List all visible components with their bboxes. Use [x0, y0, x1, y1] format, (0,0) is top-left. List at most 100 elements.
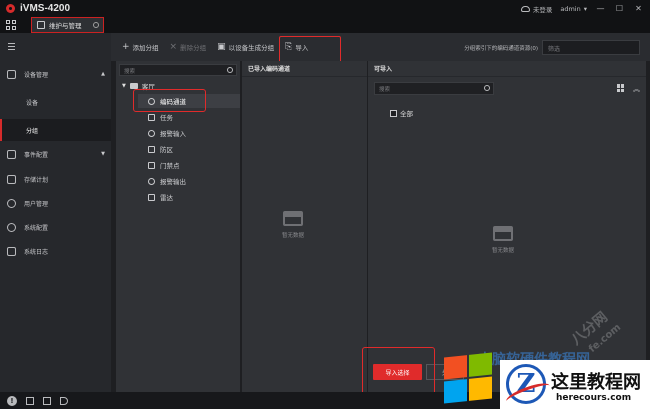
control-panel-grid-icon[interactable] — [6, 20, 16, 30]
close-icon: × — [169, 42, 178, 52]
plus-icon: + — [122, 42, 130, 52]
maximize-button[interactable]: ☐ — [614, 3, 625, 14]
sidebar-item-label: 系统日志 — [24, 248, 49, 256]
radar-icon — [148, 193, 155, 201]
trash-icon[interactable] — [26, 396, 34, 405]
importable-empty-state: 暂无数据 — [492, 226, 514, 254]
tree-item-alarm-output[interactable]: 报警输出 — [148, 174, 186, 188]
select-all-label: 全部 — [400, 110, 413, 118]
sidebar-item-group[interactable]: 分组 — [0, 119, 111, 141]
select-all-checkbox[interactable]: 全部 — [390, 108, 413, 118]
sidebar-item-system-log[interactable]: 系统日志 — [0, 240, 111, 262]
tree-item-label: 任务 — [160, 114, 173, 122]
imported-panel-title: 已导入编码通道 — [242, 61, 367, 77]
close-button[interactable]: ✕ — [633, 3, 644, 14]
lock-icon[interactable] — [43, 396, 51, 405]
gear-icon — [7, 222, 16, 232]
title-bar: iVMS-4200 未登录 admin ▾ — ☐ ✕ — [0, 0, 650, 17]
tree-search-placeholder: 搜索 — [124, 69, 136, 75]
tab-strip: 维护与管理 — [0, 17, 650, 33]
brand-letter: Z — [516, 369, 536, 399]
importable-panel-title: 可导入 — [368, 61, 646, 77]
sidebar-item-storage-schedule[interactable]: 存储计划 — [0, 168, 111, 190]
add-group-label: 添加分组 — [132, 44, 159, 52]
chevron-up-icon: ▲ — [101, 71, 105, 77]
tree-item-label: 雷达 — [160, 194, 173, 202]
tree-item-label: 防区 — [160, 146, 173, 154]
delete-group-button[interactable]: × 删除分组 — [170, 42, 207, 52]
user-menu[interactable]: admin ▾ — [560, 5, 587, 13]
chevron-down-icon: ▼ — [101, 151, 105, 157]
event-icon — [7, 149, 16, 159]
brand-name: 这里教程网 — [551, 372, 641, 393]
zone-icon — [148, 145, 155, 153]
delete-group-label: 删除分组 — [180, 44, 207, 52]
expand-triangle-icon[interactable]: ▼ — [122, 83, 126, 89]
sidebar: 设备管理 ▲ 设备 分组 事件配置 ▼ 存储计划 用户管理 系统配置 系统日志 — [0, 33, 111, 392]
sidebar-item-user-management[interactable]: 用户管理 — [0, 192, 111, 214]
empty-box-icon — [493, 226, 513, 241]
tree-item-zone[interactable]: 防区 — [148, 142, 173, 156]
importable-search-placeholder: 搜索 — [379, 87, 391, 93]
sidebar-item-device-management[interactable]: 设备管理 ▲ — [0, 63, 111, 85]
filter-input[interactable]: 筛选 — [542, 40, 640, 55]
tab-maintenance[interactable]: 维护与管理 — [31, 17, 104, 33]
minimize-button[interactable]: — — [595, 3, 606, 14]
imported-channels-panel: 已导入编码通道 暂无数据 — [242, 61, 367, 392]
watermark-brand: Z 这里教程网 herecours.com — [500, 360, 650, 409]
device-icon — [7, 69, 16, 79]
cloud-status: 未登录 — [532, 5, 553, 14]
cloud-icon — [520, 5, 530, 12]
windows-logo-icon — [444, 352, 492, 404]
tab-close-icon[interactable] — [93, 22, 99, 28]
task-icon — [148, 113, 155, 121]
tree-item-radar[interactable]: 雷达 — [148, 190, 173, 204]
device-group-icon: ▣ — [217, 42, 226, 52]
tree-item-label: 报警输入 — [160, 130, 186, 138]
view-controls: ︽ — [617, 84, 640, 94]
group-tree-panel: 搜索 ▼ 客厅 编码通道 任务 报警输入 防区 门禁点 报警输出 雷达 — [116, 61, 240, 392]
search-icon[interactable] — [227, 67, 233, 73]
tree-item-alarm-input[interactable]: 报警输入 — [148, 126, 186, 140]
tab-page-icon — [37, 21, 45, 29]
door-icon — [148, 161, 155, 169]
title-bar-controls: 未登录 admin ▾ — ☐ ✕ — [520, 0, 650, 17]
brand-logo-icon: Z — [506, 364, 546, 404]
sidebar-item-label: 系统配置 — [24, 224, 49, 232]
app-title: iVMS-4200 — [20, 3, 71, 14]
tree-item-label: 报警输出 — [160, 178, 186, 186]
sidebar-item-label: 事件配置 — [24, 151, 49, 159]
chevron-down-icon: ▾ — [583, 4, 587, 13]
empty-text: 暂无数据 — [282, 233, 305, 239]
collapse-icon[interactable]: ︽ — [633, 84, 640, 94]
tree-item-task[interactable]: 任务 — [148, 110, 173, 124]
sidebar-item-device[interactable]: 设备 — [0, 91, 111, 113]
empty-text: 暂无数据 — [492, 248, 515, 254]
add-group-button[interactable]: + 添加分组 — [122, 42, 159, 52]
cloud-login[interactable]: 未登录 — [520, 4, 553, 14]
tab-label: 维护与管理 — [49, 22, 82, 30]
speaker-icon[interactable] — [60, 396, 68, 405]
encoding-channel-highlight-box — [133, 89, 206, 112]
imported-empty-state: 暂无数据 — [282, 211, 304, 239]
menu-icon[interactable] — [8, 43, 15, 52]
tree-item-door[interactable]: 门禁点 — [148, 158, 180, 172]
warning-icon[interactable]: ! — [7, 395, 17, 406]
checkbox-icon[interactable] — [390, 109, 397, 117]
create-group-by-device-button[interactable]: ▣ 以设备生成分组 — [217, 42, 274, 52]
tree-search-input[interactable]: 搜索 — [119, 64, 237, 76]
group-resource-hint: 分组索引下的编码通道资源(0) — [464, 46, 538, 52]
sidebar-item-label: 设备 — [26, 99, 39, 107]
grid-view-icon[interactable] — [617, 84, 625, 92]
search-icon[interactable] — [484, 85, 490, 91]
importable-search-input[interactable]: 搜索 — [374, 82, 494, 95]
brand-url: herecours.com — [556, 393, 632, 403]
sidebar-item-system-config[interactable]: 系统配置 — [0, 216, 111, 238]
sidebar-item-label: 存储计划 — [24, 176, 49, 184]
sidebar-item-event-config[interactable]: 事件配置 ▼ — [0, 143, 111, 165]
app-logo-icon — [6, 4, 15, 13]
sidebar-item-label: 分组 — [26, 127, 39, 135]
tree-item-label: 门禁点 — [160, 162, 180, 170]
user-name: admin — [560, 4, 581, 13]
alarm-output-icon — [148, 177, 155, 185]
